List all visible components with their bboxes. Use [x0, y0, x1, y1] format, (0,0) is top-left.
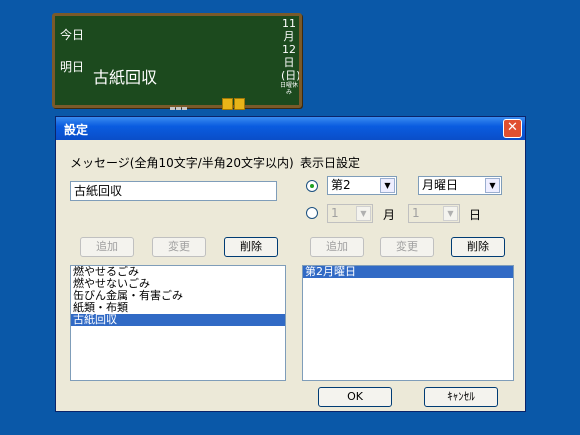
day-label: 日: [469, 208, 482, 222]
list-item[interactable]: 古紙回収: [71, 314, 285, 326]
date-section-label: 表示日設定: [300, 156, 361, 170]
date-mode-radio[interactable]: [306, 207, 318, 219]
week-select-value: 第2: [331, 178, 351, 192]
date-list[interactable]: 第2月曜日: [302, 265, 514, 381]
week-mode-radio[interactable]: [306, 180, 318, 192]
dialog-titlebar[interactable]: 設定 ✕: [56, 117, 525, 140]
add-date-button[interactable]: 追加: [310, 237, 364, 257]
cancel-button[interactable]: ｷｬﾝｾﾙ: [424, 387, 498, 407]
change-message-button[interactable]: 変更: [152, 237, 206, 257]
chevron-down-icon: ▼: [380, 178, 395, 193]
blackboard-widget[interactable]: 今日 明日 古紙回収 11月12日(日) 日曜休み: [52, 13, 302, 110]
today-label: 今日: [60, 28, 85, 42]
delete-date-button[interactable]: 削除: [451, 237, 505, 257]
delete-message-button[interactable]: 削除: [224, 237, 278, 257]
board-tiny-text: 日曜休み: [279, 82, 298, 96]
add-message-button[interactable]: 追加: [80, 237, 134, 257]
scroll-nub-icon: [170, 107, 175, 110]
change-date-button[interactable]: 変更: [380, 237, 434, 257]
tomorrow-label: 明日: [60, 60, 85, 74]
week-select[interactable]: 第2 ▼: [327, 176, 397, 195]
board-message: 古紙回収: [93, 68, 158, 87]
message-section-label: メッセージ(全角10文字/半角20文字以内): [70, 156, 294, 170]
chalk-icon: [222, 98, 233, 110]
scroll-nub-icon: [176, 107, 181, 110]
chevron-down-icon: ▼: [443, 206, 458, 221]
settings-dialog: 設定 ✕ メッセージ(全角10文字/半角20文字以内) 古紙回収 追加 変更 削…: [55, 116, 526, 412]
weekday-select-value: 月曜日: [422, 178, 459, 192]
message-list[interactable]: 燃やせるごみ 燃やせないごみ 缶びん金属・有害ごみ 紙類・布類 古紙回収: [70, 265, 286, 381]
month-select[interactable]: 1 ▼: [327, 204, 373, 223]
day-select[interactable]: 1 ▼: [408, 204, 460, 223]
day-select-value: 1: [412, 206, 420, 220]
list-item[interactable]: 第2月曜日: [303, 266, 513, 278]
chalk-icon: [234, 98, 245, 110]
dialog-title: 設定: [64, 123, 89, 137]
weekday-select[interactable]: 月曜日 ▼: [418, 176, 502, 195]
close-button[interactable]: ✕: [503, 119, 522, 138]
month-select-value: 1: [331, 206, 339, 220]
blackboard-surface: 今日 明日 古紙回収 11月12日(日) 日曜休み: [55, 16, 299, 105]
month-label: 月: [383, 208, 396, 222]
message-input[interactable]: 古紙回収: [70, 181, 277, 201]
ok-button[interactable]: OK: [318, 387, 392, 407]
chevron-down-icon: ▼: [356, 206, 371, 221]
scroll-nub-icon: [182, 107, 187, 110]
chevron-down-icon: ▼: [485, 178, 500, 193]
board-date-vertical: 11月12日(日): [281, 17, 299, 82]
